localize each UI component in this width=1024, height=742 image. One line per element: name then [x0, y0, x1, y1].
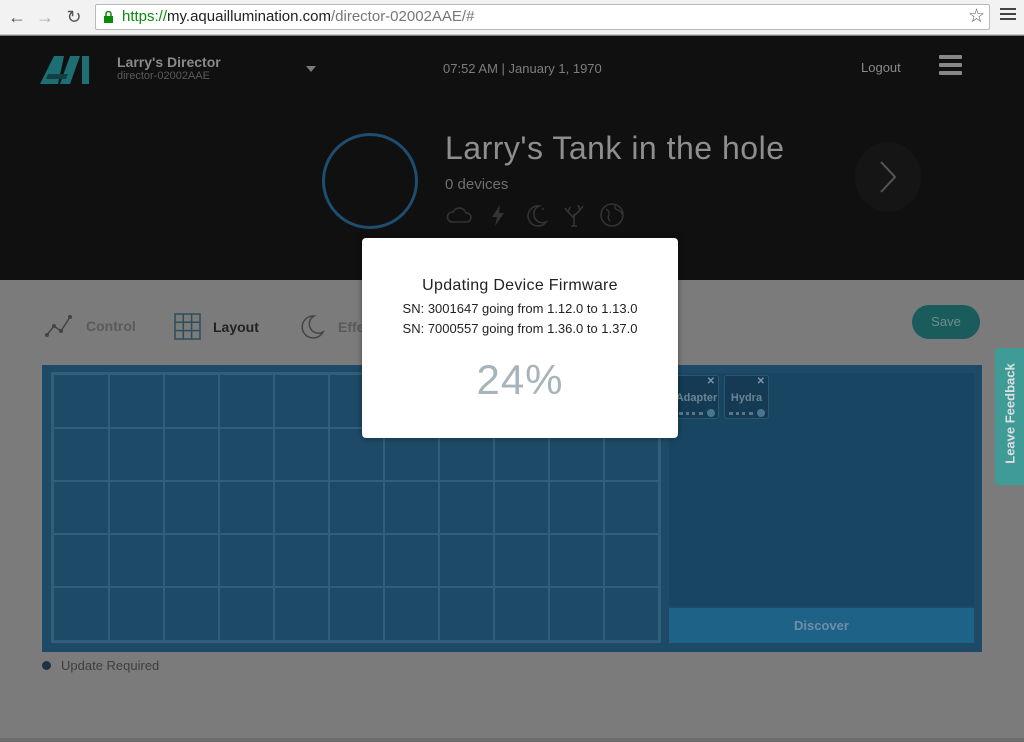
feedback-label: Leave Feedback	[1002, 363, 1018, 464]
discover-button[interactable]: Discover	[669, 608, 974, 643]
legend-label: Update Required	[61, 658, 160, 673]
firmware-line: SN: 3001647 going from 1.12.0 to 1.13.0	[402, 301, 638, 316]
ai-logo-icon	[40, 56, 89, 84]
legend: Update Required	[42, 658, 159, 673]
browser-menu-icon[interactable]	[1000, 8, 1016, 24]
tab-effects[interactable]: Effe	[298, 313, 364, 341]
forward-arrow-icon[interactable]: →	[34, 6, 56, 28]
status-dot-icon	[757, 409, 765, 417]
leave-feedback-tab[interactable]: Leave Feedback	[995, 348, 1024, 485]
tab-layout-label: Layout	[213, 318, 259, 335]
tab-control[interactable]: Control	[44, 313, 136, 339]
datetime: 07:52 AM | January 1, 1970	[443, 61, 602, 76]
close-icon[interactable]: ✕	[757, 376, 765, 387]
reload-icon[interactable]: ↻	[63, 6, 85, 28]
firmware-line: SN: 7000557 going from 1.36.0 to 1.37.0	[402, 321, 638, 336]
next-tank-button[interactable]	[855, 142, 921, 212]
tank-avatar[interactable]	[322, 133, 418, 229]
signal-dots-icon	[729, 412, 753, 416]
url-host: my.aquaillumination.com	[167, 8, 331, 25]
status-dot-icon	[707, 409, 715, 417]
tank-title: Larry's Tank in the hole	[445, 130, 785, 166]
globe-icon[interactable]	[597, 200, 627, 230]
moon-effects-icon	[301, 315, 325, 339]
browser-toolbar: ← → ↻ https://my.aquaillumination.com/di…	[0, 0, 1024, 35]
update-required-dot-icon	[42, 661, 51, 670]
url-scheme: https://	[122, 8, 168, 25]
bookmark-star-icon[interactable]: ☆	[968, 7, 985, 27]
chevron-right-icon	[880, 161, 897, 193]
lock-icon	[104, 11, 113, 23]
hamburger-menu-icon[interactable]	[939, 55, 962, 75]
progress-percent: 24%	[476, 356, 564, 403]
coral-icon[interactable]	[559, 200, 589, 230]
modal-title: Updating Device Firmware	[422, 277, 618, 294]
device-tray: ✕ Adapter ✕ Hydra	[669, 373, 974, 606]
moon-icon[interactable]	[521, 200, 551, 230]
director-name: Larry's Director	[117, 54, 221, 70]
tab-effects-label: Effe	[338, 319, 365, 335]
device-card-adapter[interactable]: ✕ Adapter	[674, 375, 719, 419]
bottom-strip	[0, 738, 1024, 742]
device-name: Hydra	[730, 392, 763, 404]
chevron-down-icon[interactable]	[306, 66, 316, 72]
device-name: Adapter	[675, 392, 718, 404]
device-card-hydra[interactable]: ✕ Hydra	[724, 375, 769, 419]
tab-layout[interactable]: Layout	[174, 313, 259, 340]
grid-icon	[174, 313, 201, 340]
firmware-update-modal: Updating Device Firmware SN: 3001647 goi…	[362, 238, 678, 438]
back-arrow-icon[interactable]: ←	[6, 6, 28, 28]
url-path: /director-02002AAE/#	[331, 8, 475, 25]
director-id: director-02002AAE	[117, 70, 210, 82]
address-bar[interactable]: https://my.aquaillumination.com/director…	[95, 4, 990, 30]
close-icon[interactable]: ✕	[707, 376, 715, 387]
tab-control-label: Control	[86, 318, 136, 334]
signal-dots-icon	[679, 412, 703, 416]
tank-icon-row	[445, 200, 627, 230]
cloud-icon[interactable]	[445, 200, 475, 230]
lightning-icon[interactable]	[483, 200, 513, 230]
device-count: 0 devices	[445, 176, 509, 193]
logout-link[interactable]: Logout	[861, 60, 901, 75]
chart-line-icon	[45, 315, 72, 337]
save-button[interactable]: Save	[912, 305, 980, 339]
